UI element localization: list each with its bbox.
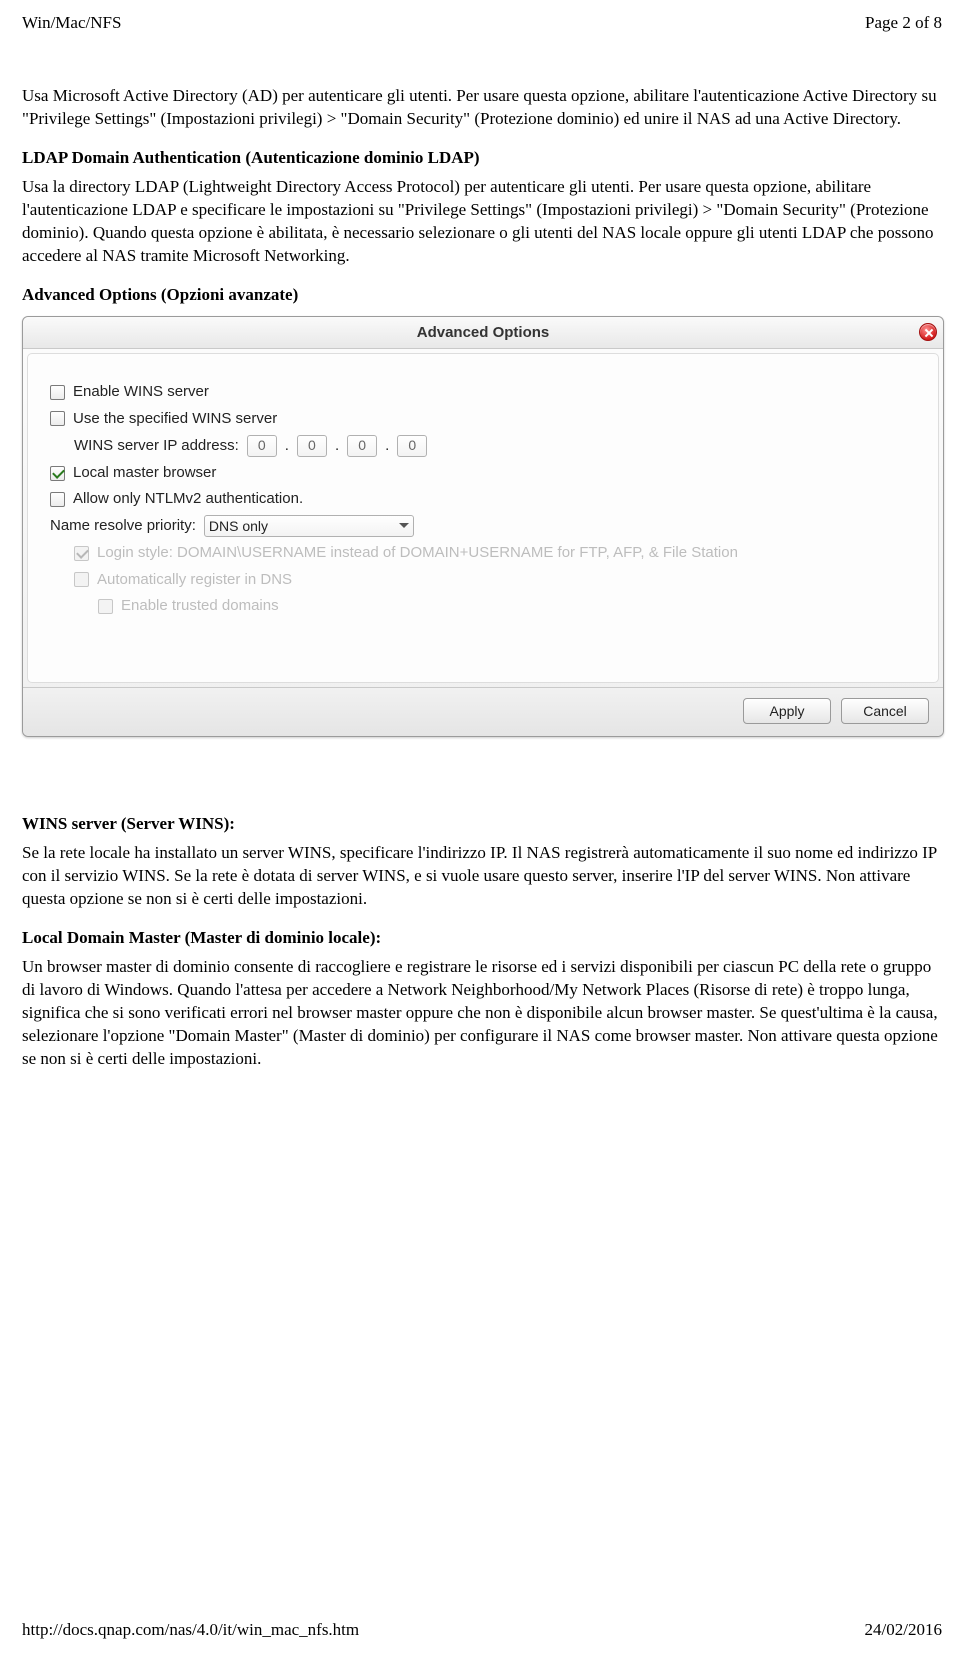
auto-dns-checkbox — [74, 572, 89, 587]
ldap-title: LDAP Domain Authentication (Autenticazio… — [22, 147, 942, 170]
wins-title: WINS server (Server WINS): — [22, 813, 942, 836]
ldm-body: Un browser master di dominio consente di… — [22, 956, 942, 1071]
cancel-button[interactable]: Cancel — [841, 698, 929, 724]
wins-ip-label: WINS server IP address: — [74, 436, 239, 456]
intro-paragraph: Usa Microsoft Active Directory (AD) per … — [22, 85, 942, 131]
footer-url: http://docs.qnap.com/nas/4.0/it/win_mac_… — [22, 1619, 359, 1642]
footer-date: 24/02/2016 — [865, 1619, 942, 1642]
trusted-domains-label: Enable trusted domains — [121, 596, 279, 616]
wins-ip-0[interactable]: 0 — [247, 435, 277, 457]
enable-wins-label: Enable WINS server — [73, 382, 209, 402]
header-left: Win/Mac/NFS — [22, 12, 121, 35]
close-icon[interactable] — [919, 323, 937, 341]
login-style-checkbox — [74, 546, 89, 561]
wins-ip-2[interactable]: 0 — [347, 435, 377, 457]
wins-ip-3[interactable]: 0 — [397, 435, 427, 457]
wins-ip-1[interactable]: 0 — [297, 435, 327, 457]
local-master-checkbox[interactable] — [50, 466, 65, 481]
ldm-title: Local Domain Master (Master di dominio l… — [22, 927, 942, 950]
advanced-heading: Advanced Options (Opzioni avanzate) — [22, 284, 942, 307]
ldap-body: Usa la directory LDAP (Lightweight Direc… — [22, 176, 942, 268]
resolve-label: Name resolve priority: — [50, 516, 196, 536]
local-master-label: Local master browser — [73, 463, 216, 483]
header-right: Page 2 of 8 — [865, 12, 942, 35]
enable-wins-checkbox[interactable] — [50, 385, 65, 400]
wins-body: Se la rete locale ha installato un serve… — [22, 842, 942, 911]
dialog-titlebar: Advanced Options — [23, 317, 943, 349]
auto-dns-label: Automatically register in DNS — [97, 570, 292, 590]
resolve-select[interactable]: DNS only — [204, 515, 414, 537]
chevron-down-icon — [399, 521, 409, 531]
login-style-label: Login style: DOMAIN\USERNAME instead of … — [97, 543, 738, 563]
ntlmv2-label: Allow only NTLMv2 authentication. — [73, 489, 303, 509]
apply-button[interactable]: Apply — [743, 698, 831, 724]
trusted-domains-checkbox — [98, 599, 113, 614]
advanced-options-dialog: Advanced Options Enable WINS server Use … — [22, 316, 944, 737]
use-wins-label: Use the specified WINS server — [73, 409, 277, 429]
ntlmv2-checkbox[interactable] — [50, 492, 65, 507]
dialog-title: Advanced Options — [417, 324, 550, 341]
resolve-value: DNS only — [209, 517, 268, 536]
use-wins-checkbox[interactable] — [50, 411, 65, 426]
